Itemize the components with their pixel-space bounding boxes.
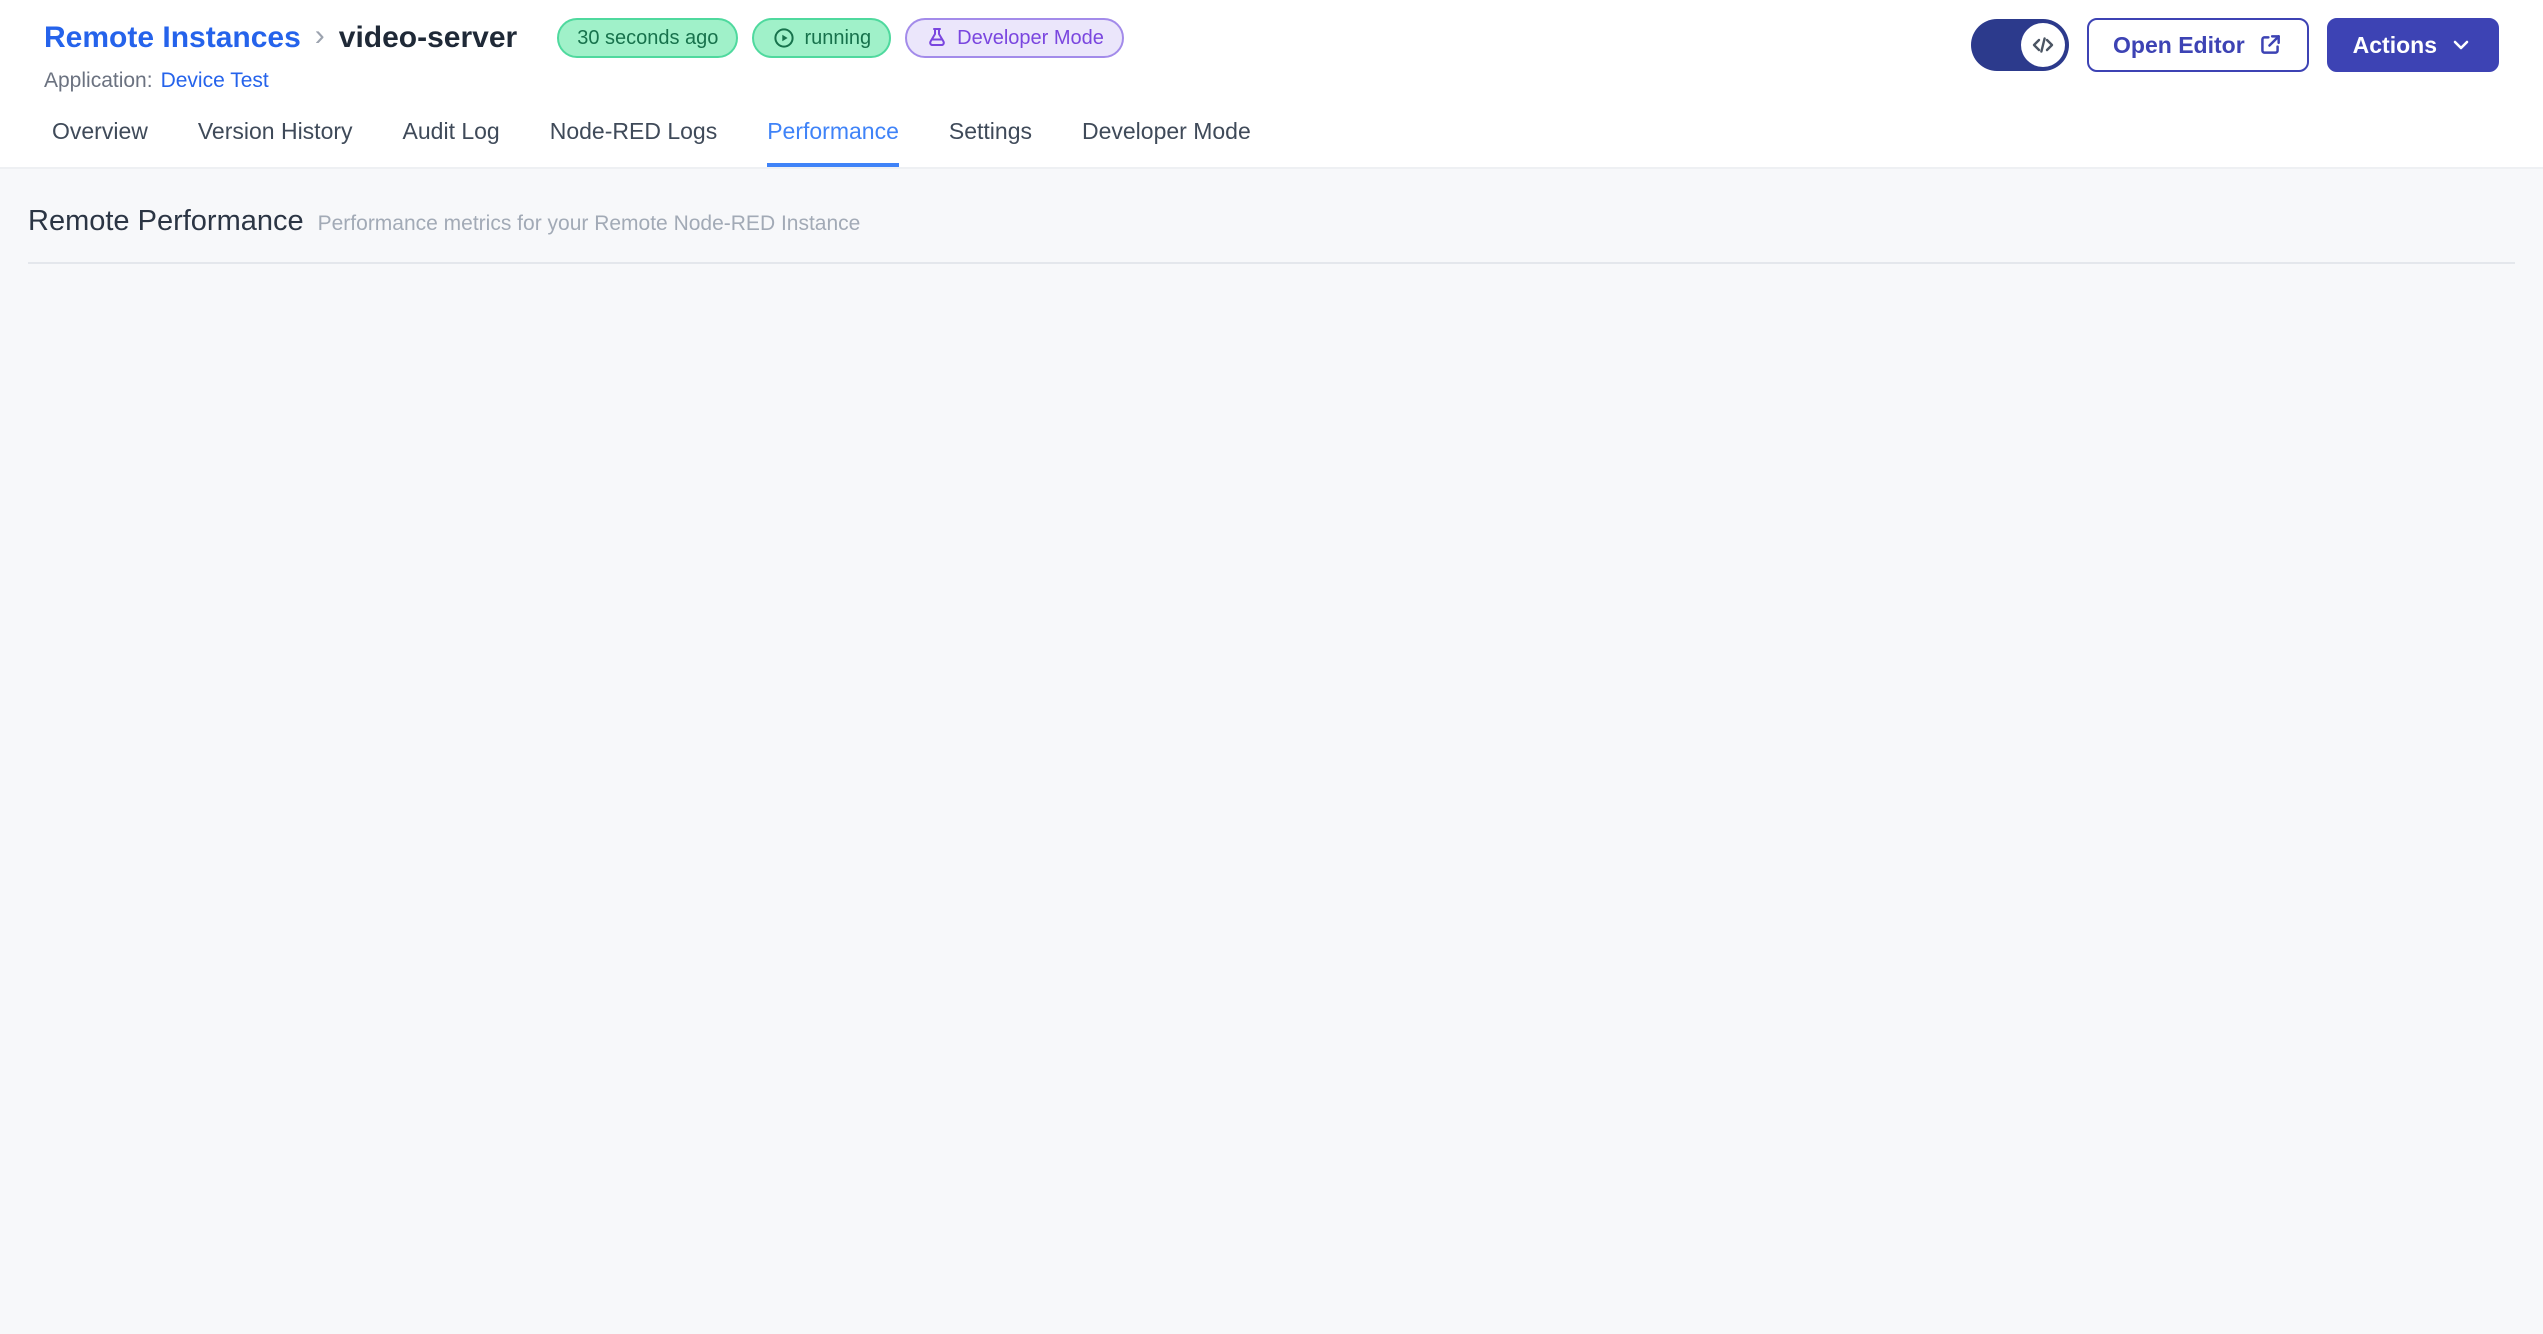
toggle-knob[interactable] xyxy=(2021,23,2066,67)
open-editor-label: Open Editor xyxy=(2113,31,2245,58)
application-label: Application: xyxy=(44,69,153,92)
status-text: running xyxy=(804,26,872,49)
open-editor-button[interactable]: Open Editor xyxy=(2087,18,2309,72)
tab-version-history[interactable]: Version History xyxy=(198,118,353,167)
actions-label: Actions xyxy=(2352,31,2437,58)
breadcrumb-root-link[interactable]: Remote Instances xyxy=(44,21,301,55)
external-link-icon xyxy=(2260,35,2280,54)
last-seen-badge: 30 seconds ago xyxy=(557,18,739,58)
instance-name: video-server xyxy=(338,21,518,54)
chevron-right-icon: › xyxy=(314,19,325,52)
code-icon xyxy=(2032,37,2054,53)
developer-mode-badge: Developer Mode xyxy=(905,18,1124,58)
chevron-down-icon xyxy=(2453,40,2469,50)
developer-mode-toggle[interactable] xyxy=(1971,19,2070,71)
tab-developer-mode[interactable]: Developer Mode xyxy=(1082,118,1251,167)
actions-button[interactable]: Actions xyxy=(2326,18,2499,72)
page-title: Remote Performance xyxy=(28,205,304,237)
last-seen-text: 30 seconds ago xyxy=(577,26,719,49)
breadcrumb: Remote Instances › video-server 30 secon… xyxy=(44,14,1124,62)
page-subtitle: Performance metrics for your Remote Node… xyxy=(317,212,861,235)
developer-mode-text: Developer Mode xyxy=(957,26,1104,49)
application-row: Application: Device Test xyxy=(44,62,1124,100)
tab-audit-log[interactable]: Audit Log xyxy=(403,118,500,167)
application-link[interactable]: Device Test xyxy=(161,69,269,93)
status-badge: running xyxy=(752,18,892,58)
main-content: Remote Performance Performance metrics f… xyxy=(0,169,2543,1334)
tab-bar: Overview Version History Audit Log Node-RED… xyxy=(0,100,2543,169)
tab-performance[interactable]: Performance xyxy=(767,118,899,167)
tab-overview[interactable]: Overview xyxy=(52,118,148,167)
tab-settings[interactable]: Settings xyxy=(949,118,1032,167)
flask-icon xyxy=(929,28,945,46)
tab-node-red-logs[interactable]: Node-RED Logs xyxy=(550,118,717,167)
divider xyxy=(28,262,2515,264)
page-header: Remote Instances › video-server 30 secon… xyxy=(0,0,2543,100)
play-circle-icon xyxy=(774,28,795,48)
